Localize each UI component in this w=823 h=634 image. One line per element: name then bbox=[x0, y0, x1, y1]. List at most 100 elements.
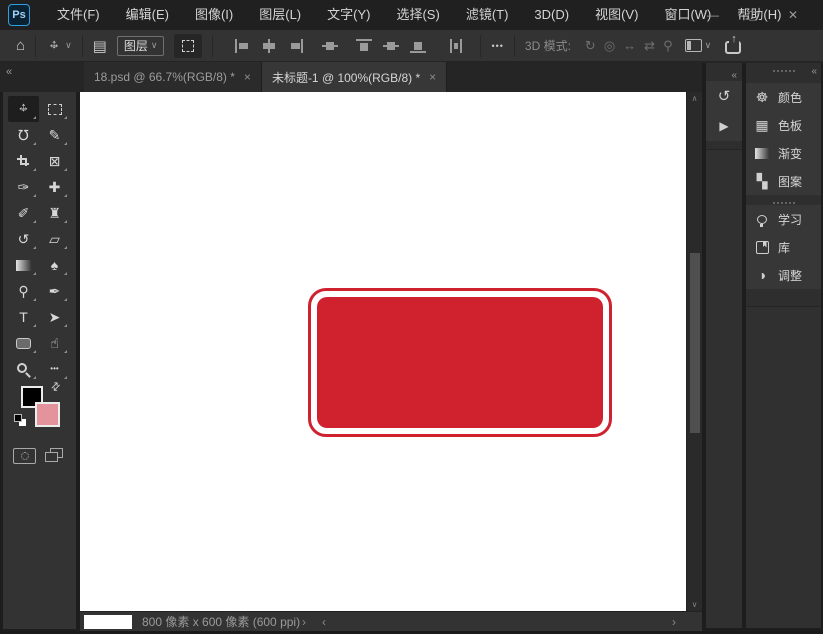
screen-mode-button[interactable] bbox=[45, 447, 65, 464]
frame-tool[interactable]: ⊠ bbox=[39, 148, 70, 174]
collapse-panels-icon[interactable]: « bbox=[811, 66, 817, 77]
align-top-edges-icon[interactable] bbox=[356, 39, 372, 53]
quick-selection-icon: ✎ bbox=[49, 128, 61, 142]
document-canvas[interactable] bbox=[80, 92, 686, 611]
status-expand-icon[interactable]: › bbox=[302, 612, 306, 632]
align-horizontal-centers-icon[interactable] bbox=[261, 39, 277, 53]
menu-image[interactable]: 图像(I) bbox=[182, 0, 246, 30]
eraser-tool[interactable]: ▱ bbox=[39, 226, 70, 252]
history-panel-button[interactable]: ↺ bbox=[706, 81, 742, 111]
menu-type[interactable]: 文字(Y) bbox=[314, 0, 383, 30]
water-drop-icon: ♠ bbox=[51, 258, 58, 272]
scroll-up-arrow[interactable]: ∧ bbox=[687, 94, 702, 103]
crop-tool[interactable] bbox=[8, 148, 39, 174]
move-tool-icon[interactable]: ↔↕ bbox=[46, 38, 62, 54]
close-tab-icon[interactable]: × bbox=[429, 70, 436, 84]
chevron-down-icon[interactable]: ∨ bbox=[65, 40, 72, 51]
dotted-circle-icon bbox=[21, 452, 29, 460]
panel-item-patterns[interactable]: ▚ 图案 bbox=[746, 167, 821, 195]
path-selection-tool[interactable]: ➤ bbox=[39, 304, 70, 330]
tab-untitled-1[interactable]: 未标题-1 @ 100%(RGB/8) * × bbox=[262, 62, 447, 92]
dodge-tool[interactable]: ⚲ bbox=[8, 278, 39, 304]
panel-item-gradients[interactable]: 渐变 bbox=[746, 139, 821, 167]
history-brush-tool[interactable]: ↺ bbox=[8, 226, 39, 252]
align-left-edges-icon[interactable] bbox=[234, 39, 250, 53]
move-tool[interactable]: ↔↕ bbox=[8, 96, 39, 122]
menu-edit[interactable]: 编辑(E) bbox=[113, 0, 182, 30]
align-bottom-edges-icon[interactable] bbox=[410, 39, 426, 53]
zoom-tool[interactable] bbox=[8, 356, 39, 382]
clone-stamp-tool[interactable]: ♜ bbox=[39, 200, 70, 226]
scroll-right-arrow[interactable]: › bbox=[672, 612, 676, 632]
vertical-scrollbar-thumb[interactable] bbox=[690, 253, 700, 433]
document-tab-bar: « 18.psd @ 66.7%(RGB/8) * × 未标题-1 @ 100%… bbox=[0, 62, 823, 92]
drag-handle[interactable] bbox=[773, 202, 795, 204]
rectangular-marquee-tool[interactable] bbox=[39, 96, 70, 122]
collapse-toolbar-icon[interactable]: « bbox=[6, 66, 12, 78]
scroll-down-arrow[interactable]: ∨ bbox=[687, 600, 702, 609]
zoom-percentage-field[interactable] bbox=[84, 615, 132, 629]
brush-icon: ✐ bbox=[18, 206, 30, 220]
brush-tool[interactable]: ✐ bbox=[8, 200, 39, 226]
3d-orbit-icon[interactable]: ↻ bbox=[585, 38, 596, 54]
lasso-tool[interactable]: ℧ bbox=[8, 122, 39, 148]
menu-layer[interactable]: 图层(L) bbox=[246, 0, 314, 30]
3d-pan-icon[interactable]: ↔ bbox=[623, 38, 636, 53]
gradient-icon bbox=[752, 148, 772, 159]
align-right-edges-icon[interactable] bbox=[288, 39, 304, 53]
vertical-scrollbar[interactable]: ∧ ∨ bbox=[686, 92, 702, 611]
panel-item-color[interactable]: ☸ 颜色 bbox=[746, 83, 821, 111]
separator bbox=[212, 35, 213, 57]
actions-panel-button[interactable]: ▶ bbox=[706, 111, 742, 141]
spot-healing-brush-tool[interactable]: ✚ bbox=[39, 174, 70, 200]
options-bar: ⌂ ↔↕ ∨ ▤ 图层 ∨ ••• 3D 模式: ↻ ◎ ↔ ⇄ ⚲ ∨ ↑ bbox=[0, 30, 823, 62]
3d-slide-icon[interactable]: ⇄ bbox=[644, 38, 655, 54]
panel-item-adjustments[interactable]: ◑ 调整 bbox=[746, 261, 821, 289]
scroll-left-arrow[interactable]: ‹ bbox=[322, 612, 326, 632]
background-color-swatch[interactable] bbox=[35, 402, 60, 427]
home-icon[interactable]: ⌂ bbox=[16, 37, 25, 54]
auto-select-layers-icon[interactable]: ▤ bbox=[93, 37, 107, 55]
collapse-panels-icon[interactable]: « bbox=[731, 70, 737, 81]
panel-gap bbox=[746, 195, 821, 205]
more-options-icon[interactable]: ••• bbox=[491, 41, 503, 51]
panel-item-learn[interactable]: 学习 bbox=[746, 205, 821, 233]
panel-item-libraries[interactable]: 库 bbox=[746, 233, 821, 261]
document-info: 800 像素 x 600 像素 (600 ppi) bbox=[142, 612, 300, 632]
pen-tool[interactable]: ✒ bbox=[39, 278, 70, 304]
eyedropper-tool[interactable]: ✑ bbox=[8, 174, 39, 200]
close-tab-icon[interactable]: × bbox=[244, 70, 251, 84]
3d-zoom-icon[interactable]: ⚲ bbox=[663, 38, 673, 54]
default-colors-icon[interactable] bbox=[14, 414, 27, 427]
quick-mask-button[interactable] bbox=[13, 448, 36, 464]
menu-select[interactable]: 选择(S) bbox=[383, 0, 452, 30]
auto-select-layer-dropdown[interactable]: 图层 ∨ bbox=[117, 36, 165, 56]
gradient-tool[interactable] bbox=[8, 252, 39, 278]
tab-18psd[interactable]: 18.psd @ 66.7%(RGB/8) * × bbox=[84, 62, 262, 92]
menu-3d[interactable]: 3D(D) bbox=[521, 0, 582, 30]
share-icon[interactable]: ↑ bbox=[725, 41, 741, 54]
shape-tool[interactable] bbox=[8, 330, 39, 356]
blur-tool[interactable]: ♠ bbox=[39, 252, 70, 278]
menu-view[interactable]: 视图(V) bbox=[582, 0, 651, 30]
pattern-icon: ▚ bbox=[752, 173, 772, 190]
maximize-button[interactable]: ▢ bbox=[733, 0, 773, 30]
align-middle-icon[interactable] bbox=[383, 39, 399, 53]
panel-item-swatches[interactable]: ▦ 色板 bbox=[746, 111, 821, 139]
chevron-down-icon[interactable]: ∨ bbox=[705, 40, 712, 51]
workspace-switcher-icon[interactable] bbox=[685, 39, 702, 52]
distribute-vertical-icon[interactable] bbox=[448, 39, 464, 53]
menu-filter[interactable]: 滤镜(T) bbox=[453, 0, 522, 30]
align-vertical-centers-icon[interactable] bbox=[322, 39, 338, 53]
menu-file[interactable]: 文件(F) bbox=[44, 0, 113, 30]
quick-selection-tool[interactable]: ✎ bbox=[39, 122, 70, 148]
close-button[interactable]: ✕ bbox=[773, 0, 813, 30]
3d-roll-icon[interactable]: ◎ bbox=[604, 38, 615, 54]
drag-handle[interactable] bbox=[773, 70, 795, 72]
gradient-icon bbox=[16, 260, 31, 271]
swap-colors-icon[interactable]: ⇄ bbox=[48, 379, 64, 395]
show-transform-controls-toggle[interactable] bbox=[174, 34, 202, 58]
minimize-button[interactable]: — bbox=[693, 0, 733, 30]
hand-tool[interactable]: ☝ bbox=[39, 330, 70, 356]
type-tool[interactable]: T bbox=[8, 304, 39, 330]
